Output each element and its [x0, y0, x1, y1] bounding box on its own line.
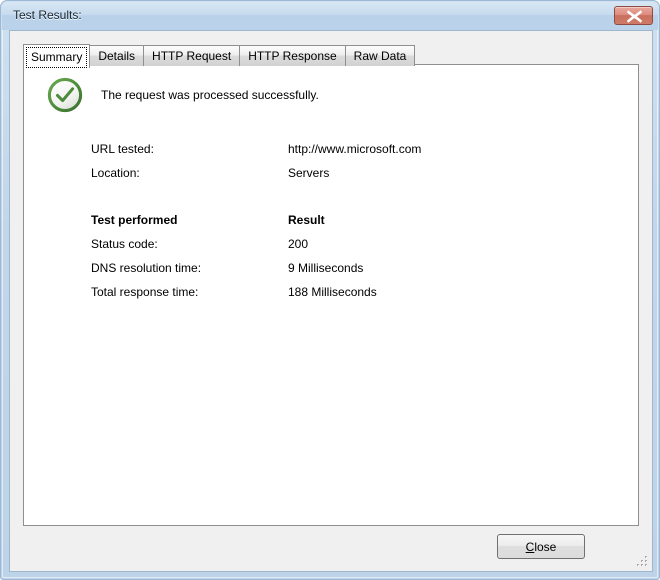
tab-details-label: Details — [98, 49, 136, 63]
result-header: Result — [288, 213, 325, 227]
tab-http-request[interactable]: HTTP Request — [143, 45, 241, 66]
url-tested-value: http://www.microsoft.com — [288, 142, 422, 156]
location-label: Location: — [91, 166, 140, 180]
close-button-label: lose — [534, 539, 557, 554]
status-code-value: 200 — [288, 237, 309, 251]
dns-resolution-time-value: 9 Milliseconds — [288, 261, 364, 275]
tab-summary[interactable]: Summary — [23, 44, 91, 68]
tab-raw-data-label: Raw Data — [353, 49, 407, 63]
table-row: Status code: 200 — [91, 232, 571, 256]
status-message: The request was processed successfully. — [101, 88, 319, 102]
tab-summary-label: Summary — [31, 49, 83, 64]
test-performed-header: Test performed — [91, 213, 178, 227]
info-row-url: URL tested: http://www.microsoft.com — [91, 137, 571, 161]
tab-http-response[interactable]: HTTP Response — [239, 45, 346, 66]
table-row: Total response time: 188 Milliseconds — [91, 280, 571, 304]
close-button-accel: C — [525, 539, 535, 554]
url-tested-label: URL tested: — [91, 142, 154, 156]
close-button[interactable]: Close — [497, 534, 585, 559]
window-close-button[interactable] — [614, 6, 653, 25]
location-value: Servers — [288, 166, 330, 180]
table-row: DNS resolution time: 9 Milliseconds — [91, 256, 571, 280]
info-row-location: Location: Servers — [91, 161, 571, 185]
tab-http-request-label: HTTP Request — [152, 49, 232, 63]
results-table-header: Test performed Result — [91, 208, 571, 232]
title-bar[interactable]: Test Results: — [2, 2, 658, 30]
dialog-window: Test Results: Summary Details HTTP Reque… — [0, 0, 660, 580]
resize-grip-icon[interactable] — [636, 555, 649, 568]
status-row: The request was processed successfully. — [47, 77, 319, 113]
success-check-circle-icon — [47, 77, 83, 113]
tab-http-response-label: HTTP Response — [248, 49, 337, 63]
tab-details[interactable]: Details — [89, 45, 145, 66]
dialog-client-area: Summary Details HTTP Request HTTP Respon… — [9, 30, 653, 572]
window-title: Test Results: — [13, 8, 82, 22]
dns-resolution-time-label: DNS resolution time: — [91, 261, 202, 275]
tab-raw-data[interactable]: Raw Data — [344, 45, 416, 66]
total-response-time-label: Total response time: — [91, 285, 199, 299]
status-code-label: Status code: — [91, 237, 158, 251]
tab-strip: Summary Details HTTP Request HTTP Respon… — [23, 44, 416, 68]
tab-panel-summary: The request was processed successfully. … — [23, 64, 639, 526]
total-response-time-value: 188 Milliseconds — [288, 285, 377, 299]
summary-info-grid: URL tested: http://www.microsoft.com Loc… — [91, 137, 571, 304]
